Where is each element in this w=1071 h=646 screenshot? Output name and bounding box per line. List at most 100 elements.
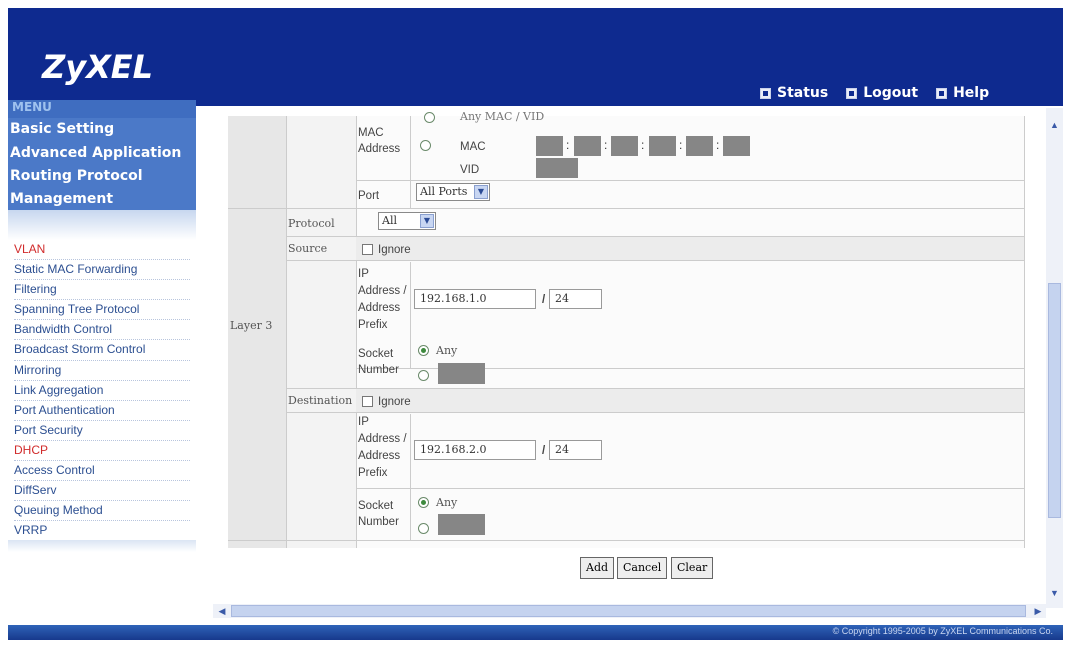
footer-bar: © Copyright 1995-2005 by ZyXEL Communica… [8, 625, 1063, 640]
any-mac-vid-label: Any MAC / VID [460, 110, 545, 123]
source-socket-label: Socket Number [358, 348, 399, 376]
label-column [286, 116, 356, 548]
destination-ip-input[interactable]: 192.168.2.0 [414, 440, 536, 460]
submenu-divider [8, 540, 196, 552]
submenu-access-control[interactable]: Access Control [14, 461, 190, 482]
grid-line [410, 116, 411, 208]
destination-socket-radio[interactable] [418, 523, 429, 534]
mac-octet-3[interactable] [611, 136, 638, 156]
source-ignore-checkbox[interactable] [362, 244, 373, 255]
source-socket-radio[interactable] [418, 370, 429, 381]
help-link[interactable]: Help [936, 85, 989, 101]
submenu-mirroring[interactable]: Mirroring [14, 361, 190, 381]
mac-separator: : [679, 138, 683, 152]
copyright-text: © Copyright 1995-2005 by ZyXEL Communica… [832, 626, 1053, 636]
submenu-dhcp[interactable]: DHCP [14, 441, 190, 462]
status-icon [760, 87, 771, 99]
destination-prefix-separator: / [542, 445, 546, 457]
protocol-label: Protocol [288, 217, 335, 230]
destination-ignore-label: Ignore [378, 396, 411, 408]
layer3-label: Layer 3 [230, 319, 273, 332]
header-bar: ZyXEL Status Logout Help [8, 8, 1063, 106]
status-link[interactable]: Status [760, 85, 828, 101]
destination-any-radio[interactable] [418, 497, 429, 508]
submenu-bandwidth-control[interactable]: Bandwidth Control [14, 320, 190, 341]
grid-line [228, 208, 1024, 209]
grid-line [286, 116, 287, 548]
menu-management[interactable]: Management [10, 191, 113, 207]
submenu-vrrp[interactable]: VRRP [14, 521, 190, 542]
logout-icon [846, 87, 858, 99]
destination-any-label: Any [436, 496, 458, 509]
submenu-port-security[interactable]: Port Security [14, 421, 190, 441]
logout-link[interactable]: Logout [846, 85, 918, 101]
grid-line [286, 260, 1024, 261]
grid-line [228, 540, 1024, 541]
submenu-list: VLAN Static MAC Forwarding Filtering Spa… [14, 240, 190, 542]
source-header-band [356, 237, 1024, 260]
status-link-label: Status [777, 85, 829, 101]
submenu-spanning-tree-protocol[interactable]: Spanning Tree Protocol [14, 300, 190, 321]
port-label: Port [358, 190, 380, 202]
source-any-label: Any [436, 344, 458, 357]
submenu-link-aggregation[interactable]: Link Aggregation [14, 381, 190, 401]
source-any-radio[interactable] [418, 345, 429, 356]
mac-octet-4[interactable] [649, 136, 676, 156]
cancel-button[interactable]: Cancel [617, 557, 668, 579]
vid-field[interactable] [536, 158, 578, 178]
destination-prefix-input[interactable]: 24 [549, 440, 602, 460]
mac-octet-6[interactable] [723, 136, 750, 156]
destination-label: Destination [288, 394, 353, 407]
grid-line [356, 180, 1024, 181]
source-socket-field[interactable] [438, 363, 485, 384]
menu-divider [8, 210, 196, 240]
horizontal-scroll-thumb[interactable] [231, 605, 1026, 617]
source-ip-input[interactable]: 192.168.1.0 [414, 289, 536, 309]
source-prefix-input[interactable]: 24 [549, 289, 602, 309]
menu-advanced-application[interactable]: Advanced Application [10, 145, 181, 161]
scroll-up-icon[interactable]: ▲ [1048, 118, 1061, 132]
any-mac-vid-radio[interactable] [424, 112, 435, 123]
vid-label: VID [460, 164, 480, 176]
scroll-left-icon[interactable]: ◀ [214, 604, 230, 618]
port-select[interactable]: All Ports ▼ [416, 183, 490, 201]
submenu-diffserv[interactable]: DiffServ [14, 481, 190, 502]
mac-octet-1[interactable] [536, 136, 563, 156]
mac-separator: : [641, 138, 645, 152]
submenu-filtering[interactable]: Filtering [14, 280, 190, 301]
zyxel-logo: ZyXEL [42, 48, 153, 86]
port-select-value: All Ports [420, 185, 468, 198]
mac-separator: : [716, 138, 720, 152]
add-button[interactable]: Add [580, 557, 615, 579]
grid-line [356, 488, 1024, 489]
submenu-broadcast-storm-control[interactable]: Broadcast Storm Control [14, 340, 190, 361]
menu-basic-setting[interactable]: Basic Setting [10, 121, 114, 137]
scroll-right-icon[interactable]: ▶ [1030, 604, 1046, 618]
mac-radio[interactable] [420, 140, 431, 151]
mac-separator: : [566, 138, 570, 152]
mac-octet-2[interactable] [574, 136, 601, 156]
protocol-select[interactable]: All ▼ [378, 212, 436, 230]
menu-title: MENU [12, 100, 52, 114]
destination-ignore-checkbox[interactable] [362, 396, 373, 407]
submenu-port-authentication[interactable]: Port Authentication [14, 401, 190, 421]
scroll-down-icon[interactable]: ▼ [1048, 586, 1061, 600]
top-links: Status Logout Help [760, 85, 989, 101]
submenu-queuing-method[interactable]: Queuing Method [14, 501, 190, 522]
mac-label: MAC [460, 141, 486, 153]
mac-separator: : [604, 138, 608, 152]
menu-routing-protocol[interactable]: Routing Protocol [10, 168, 143, 184]
clear-button[interactable]: Clear [671, 557, 714, 579]
destination-socket-label: Socket Number [358, 500, 399, 528]
destination-socket-field[interactable] [438, 514, 485, 535]
grid-line [410, 262, 411, 368]
submenu-static-mac-forwarding[interactable]: Static MAC Forwarding [14, 260, 190, 281]
grid-line [410, 414, 411, 540]
vertical-scroll-thumb[interactable] [1048, 283, 1061, 518]
mac-address-label: MAC Address [358, 127, 401, 155]
source-label: Source [288, 242, 328, 255]
submenu-vlan[interactable]: VLAN [14, 240, 190, 261]
source-ip-label: IP Address / Address Prefix [358, 268, 407, 331]
chevron-down-icon: ▼ [420, 214, 434, 228]
mac-octet-5[interactable] [686, 136, 713, 156]
